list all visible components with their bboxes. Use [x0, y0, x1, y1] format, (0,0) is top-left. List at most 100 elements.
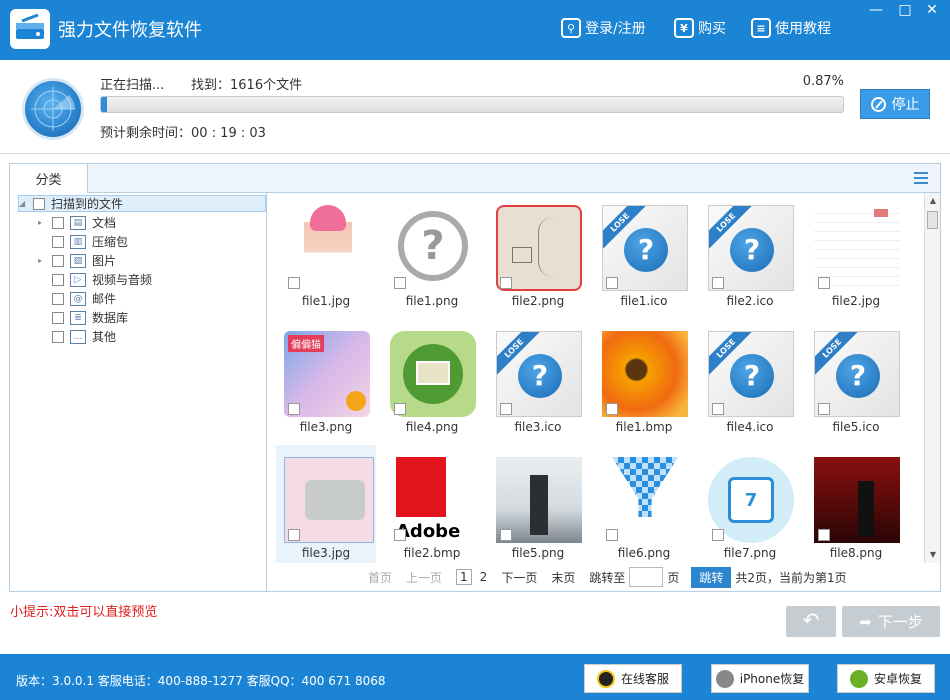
file-name: file1.png [405, 294, 459, 308]
file-checkbox[interactable] [288, 403, 300, 415]
file-tile[interactable]: file2.png [488, 193, 588, 313]
file-checkbox[interactable] [394, 403, 406, 415]
file-tile[interactable]: LOSE? file2.ico [700, 193, 800, 313]
expand-icon[interactable]: ▸ [38, 256, 48, 265]
file-tile[interactable]: file8.png [806, 445, 906, 563]
file-checkbox[interactable] [500, 277, 512, 289]
tree-item-checkbox[interactable] [52, 330, 64, 343]
photo-thumbnail [304, 205, 352, 291]
pagination: 首页 上一页 1 2 下一页 末页 跳转至 页 跳转 共2页，当前为第1页 [268, 563, 940, 591]
file-tile[interactable]: 7 file7.png [700, 445, 800, 563]
file-checkbox[interactable] [606, 277, 618, 289]
next-button[interactable]: ➦ 下一步 [842, 606, 940, 637]
file-tile[interactable]: LOSE? file5.ico [806, 319, 906, 439]
tree-item-checkbox[interactable] [52, 273, 64, 286]
file-checkbox[interactable] [606, 529, 618, 541]
tree-item-label: 视频与音频 [92, 273, 153, 287]
file-checkbox[interactable] [818, 403, 830, 415]
back-button[interactable]: ↶ [786, 606, 836, 637]
file-tile[interactable]: LOSE? file1.ico [594, 193, 694, 313]
scrollbar[interactable]: ▲ ▼ [924, 193, 940, 563]
file-tile[interactable]: file5.png [488, 445, 588, 563]
online-service-button[interactable]: 在线客服 [584, 664, 682, 693]
file-name: file5.png [511, 546, 565, 560]
file-tile[interactable]: file4.png [382, 319, 482, 439]
file-tile[interactable]: file2.jpg [806, 193, 906, 313]
file-grid: file1.jpg? file1.png file2.png LOSE? file1.i… [268, 193, 940, 563]
expand-icon[interactable]: ▸ [38, 218, 48, 227]
file-tile[interactable]: file3.jpg [276, 445, 376, 563]
file-checkbox[interactable] [500, 529, 512, 541]
file-tile[interactable]: LOSE? file4.ico [700, 319, 800, 439]
file-name: file6.png [617, 546, 671, 560]
file-tile[interactable]: file1.bmp [594, 319, 694, 439]
tree-item-checkbox[interactable] [52, 311, 64, 324]
archive-icon: ▥ [70, 234, 86, 249]
scroll-up-icon[interactable]: ▲ [925, 193, 941, 209]
file-checkbox[interactable] [712, 403, 724, 415]
media-icon: ▷ [70, 272, 86, 287]
minimize-icon[interactable]: — [866, 2, 886, 20]
tree-item[interactable]: ▸ ▨ 图片 [38, 252, 116, 269]
file-checkbox[interactable] [712, 277, 724, 289]
file-name: file4.ico [726, 420, 774, 434]
qq-penguin-icon [596, 669, 615, 688]
login-button[interactable]: ⚲ 登录/注册 [561, 17, 646, 39]
tree-item-checkbox[interactable] [52, 254, 64, 267]
scan-status-text: 正在扫描... [100, 78, 165, 93]
tree-root-checkbox[interactable] [33, 197, 45, 210]
file-tile[interactable]: LOSE? file3.ico [488, 319, 588, 439]
next-page-link[interactable]: 下一页 [501, 569, 537, 586]
scroll-thumb[interactable] [927, 211, 938, 229]
maximize-icon[interactable]: □ [895, 2, 915, 20]
file-checkbox[interactable] [288, 529, 300, 541]
jump-button[interactable]: 跳转 [691, 566, 732, 588]
tree-item-label: 数据库 [92, 311, 129, 325]
file-checkbox[interactable] [818, 277, 830, 289]
tree-item[interactable]: ▸ ▤ 文档 [38, 214, 116, 231]
page-2-link[interactable]: 2 [480, 570, 488, 584]
file-checkbox[interactable] [288, 277, 300, 289]
prev-page-link[interactable]: 上一页 [406, 569, 442, 586]
collapse-icon[interactable]: ◢ [19, 199, 29, 208]
last-page-link[interactable]: 末页 [551, 569, 575, 586]
database-icon: ≣ [70, 310, 86, 325]
file-name: file2.ico [726, 294, 774, 308]
stop-button[interactable]: 停止 [860, 89, 930, 119]
file-checkbox[interactable] [394, 529, 406, 541]
tree-item[interactable]: ▷ 视频与音频 [38, 271, 152, 288]
tree-root[interactable]: ◢ 扫描到的文件 [18, 195, 266, 212]
page-input[interactable] [629, 567, 664, 587]
tree-item[interactable]: ▥ 压缩包 [38, 233, 128, 250]
tree-item-label: 邮件 [92, 292, 117, 306]
tree-item[interactable]: ≣ 数据库 [38, 309, 128, 326]
tutorial-button[interactable]: ≡ 使用教程 [751, 17, 831, 39]
iphone-recovery-button[interactable]: iPhone恢复 [711, 664, 809, 693]
file-tile[interactable]: 偏偏猫 file3.png [276, 319, 376, 439]
tree-item[interactable]: @ 邮件 [38, 290, 116, 307]
tab-category[interactable]: 分类 [10, 164, 88, 193]
tree-item[interactable]: … 其他 [38, 328, 116, 345]
page-summary: 共2页，当前为第1页 [735, 570, 847, 585]
file-checkbox[interactable] [394, 277, 406, 289]
file-checkbox[interactable] [500, 403, 512, 415]
tree-item-checkbox[interactable] [52, 216, 64, 229]
file-tile[interactable]: ? file1.png [382, 193, 482, 313]
online-service-label: 在线客服 [620, 672, 669, 686]
file-checkbox[interactable] [606, 403, 618, 415]
file-checkbox[interactable] [818, 529, 830, 541]
close-icon[interactable]: ✕ [922, 2, 942, 20]
tree-item-checkbox[interactable] [52, 292, 64, 305]
file-checkbox[interactable] [712, 529, 724, 541]
view-menu-icon[interactable] [914, 172, 928, 184]
other-icon: … [70, 329, 86, 344]
first-page-link[interactable]: 首页 [368, 569, 392, 586]
buy-button[interactable]: ¥ 购买 [674, 17, 726, 39]
file-tile[interactable]: file1.jpg [276, 193, 376, 313]
page-1-link[interactable]: 1 [456, 569, 472, 585]
android-recovery-button[interactable]: 安卓恢复 [837, 664, 935, 693]
file-tile[interactable]: Adobe file2.bmp [382, 445, 482, 563]
file-tile[interactable]: file6.png [594, 445, 694, 563]
scroll-down-icon[interactable]: ▼ [925, 547, 941, 563]
tree-item-checkbox[interactable] [52, 235, 64, 248]
